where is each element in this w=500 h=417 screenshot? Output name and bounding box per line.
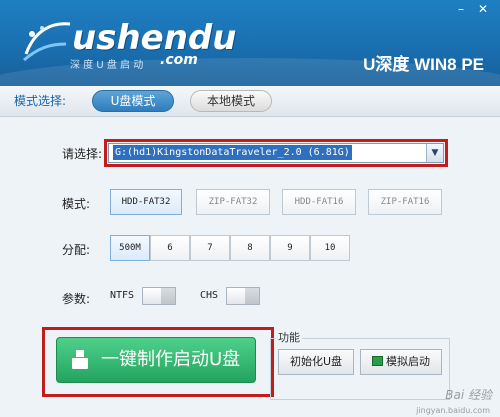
format-zip-fat16[interactable]: ZIP-FAT16 bbox=[368, 189, 442, 215]
make-boot-usb-button[interactable]: 一键制作启动U盘 bbox=[56, 337, 256, 383]
tab-usb-mode[interactable]: U盘模式 bbox=[92, 90, 174, 112]
device-select[interactable]: G:(hd1)KingstonDataTraveler_2.0 (6.81G) … bbox=[108, 143, 444, 163]
mode-label: 模式选择: bbox=[14, 94, 67, 108]
logo-suffix: .com bbox=[160, 52, 198, 68]
tab-local-mode[interactable]: 本地模式 bbox=[190, 90, 272, 112]
function-group-title: 功能 bbox=[276, 329, 302, 345]
simulate-boot-label: 模拟启动 bbox=[386, 355, 430, 368]
alloc-6[interactable]: 6 bbox=[150, 235, 190, 261]
alloc-8[interactable]: 8 bbox=[230, 235, 270, 261]
logo-subtitle: 深 度 U 盘 启 动 bbox=[70, 60, 144, 71]
format-zip-fat32[interactable]: ZIP-FAT32 bbox=[196, 189, 270, 215]
close-button[interactable]: ✕ bbox=[474, 2, 492, 16]
chevron-down-icon[interactable]: ▼ bbox=[426, 144, 443, 162]
params-label: 参数: bbox=[62, 292, 91, 306]
alloc-500m[interactable]: 500M bbox=[110, 235, 150, 261]
mode-bar: 模式选择: U盘模式 本地模式 bbox=[0, 86, 500, 117]
chs-label: CHS bbox=[200, 290, 219, 301]
alloc-10[interactable]: 10 bbox=[310, 235, 350, 261]
ntfs-label: NTFS bbox=[110, 290, 135, 301]
app-header: ushendu 深 度 U 盘 启 动 .com – ✕ U深度 WIN8 PE bbox=[0, 0, 500, 86]
format-hdd-fat32[interactable]: HDD-FAT32 bbox=[110, 189, 182, 215]
alloc-7[interactable]: 7 bbox=[190, 235, 230, 261]
app-title: U深度 WIN8 PE bbox=[363, 55, 484, 74]
device-label: 请选择: bbox=[62, 147, 103, 161]
format-hdd-fat16[interactable]: HDD-FAT16 bbox=[282, 189, 356, 215]
main-panel: 请选择: G:(hd1)KingstonDataTraveler_2.0 (6.… bbox=[0, 117, 500, 417]
watermark-text: Bai 经验 bbox=[445, 388, 492, 402]
alloc-9[interactable]: 9 bbox=[270, 235, 310, 261]
logo-text: ushendu bbox=[72, 18, 237, 58]
minimize-button[interactable]: – bbox=[452, 2, 470, 16]
format-label: 模式: bbox=[62, 197, 91, 211]
ntfs-toggle[interactable] bbox=[142, 287, 176, 305]
logo-icon bbox=[23, 22, 71, 62]
make-boot-usb-label: 一键制作启动U盘 bbox=[101, 349, 241, 370]
monitor-icon bbox=[372, 356, 383, 366]
usb-drive-icon bbox=[72, 350, 88, 369]
chs-toggle[interactable] bbox=[226, 287, 260, 305]
alloc-label: 分配: bbox=[62, 243, 91, 257]
watermark-url: jingyan.baidu.com bbox=[416, 406, 490, 415]
init-usb-button[interactable]: 初始化U盘 bbox=[278, 349, 354, 375]
device-select-value: G:(hd1)KingstonDataTraveler_2.0 (6.81G) bbox=[113, 145, 352, 160]
simulate-boot-button[interactable]: 模拟启动 bbox=[360, 349, 442, 375]
